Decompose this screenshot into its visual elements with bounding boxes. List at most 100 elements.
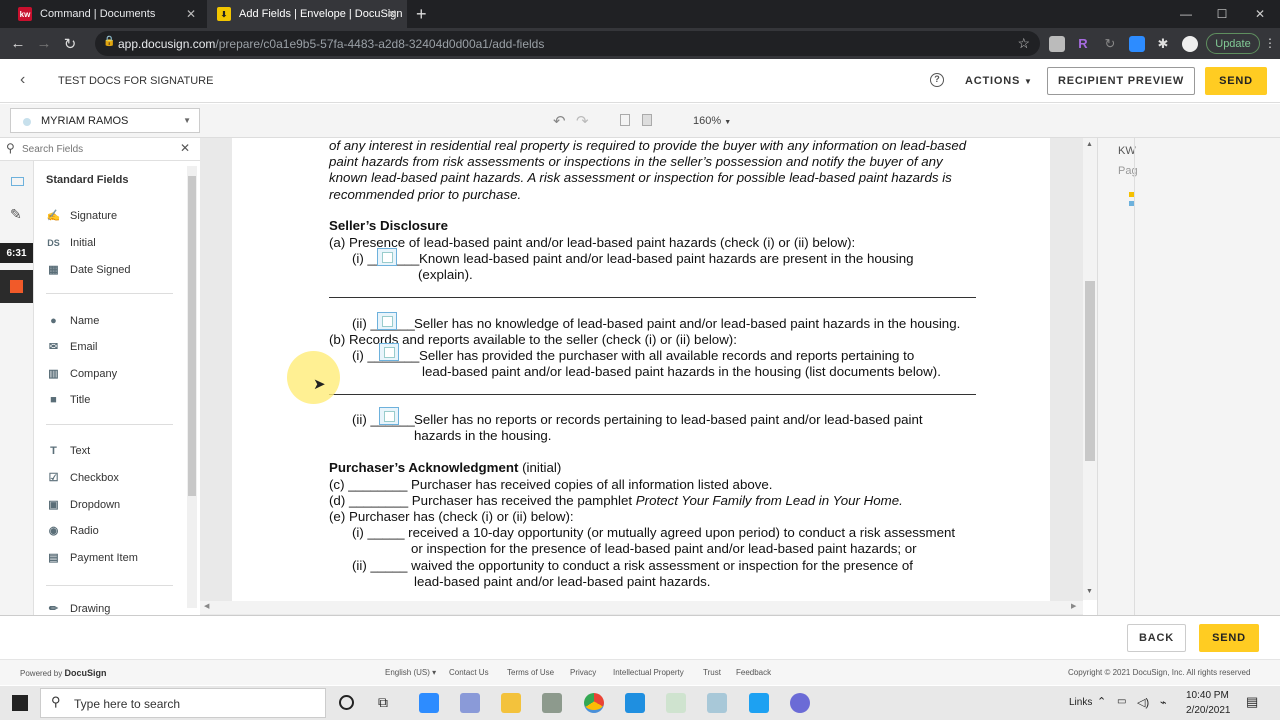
recipient-select[interactable]: MYRIAM RAMOS ▼ xyxy=(10,108,200,133)
puzzle-extensions-icon[interactable]: ✱ xyxy=(1155,36,1171,52)
checkbox-field-b-i[interactable] xyxy=(379,343,399,361)
windows-start-icon[interactable] xyxy=(12,695,28,711)
tab-command-documents[interactable]: kw Command | Documents ✕ xyxy=(8,0,206,28)
browser-menu-icon[interactable]: ⋮ xyxy=(1264,36,1276,50)
footer-link-privacy[interactable]: Privacy xyxy=(570,668,596,677)
settings-app-icon[interactable] xyxy=(790,693,810,713)
minimize-icon[interactable]: — xyxy=(1166,0,1206,28)
field-dropdown[interactable]: ▣ Dropdown xyxy=(46,497,120,512)
field-initial[interactable]: DS Initial xyxy=(46,235,96,250)
redo-icon[interactable]: ↷ xyxy=(576,112,589,130)
undo-icon[interactable]: ↶ xyxy=(553,112,566,130)
zoom-select[interactable]: 160% ▼ xyxy=(693,115,731,127)
bell-app-icon[interactable] xyxy=(625,693,645,713)
maximize-icon[interactable]: ☐ xyxy=(1202,0,1242,28)
fields-tab-icon[interactable] xyxy=(11,177,24,186)
copy-icon[interactable] xyxy=(620,114,630,126)
document-scroll-thumb[interactable] xyxy=(1085,281,1095,461)
panel-scrollbar[interactable] xyxy=(187,166,197,608)
checkbox-field-b-ii[interactable] xyxy=(379,407,399,425)
sync-extension-icon[interactable]: ↻ xyxy=(1102,36,1118,52)
task-view-icon[interactable]: ⧉ xyxy=(378,694,388,711)
field-company[interactable]: ▥ Company xyxy=(46,366,117,381)
panel-scroll-thumb[interactable] xyxy=(188,176,196,496)
scroll-right-icon[interactable]: ▶ xyxy=(1071,602,1076,610)
footer-link-feedback[interactable]: Feedback xyxy=(736,668,771,677)
checkbox-field-a-i[interactable] xyxy=(377,248,397,266)
custom-fields-icon[interactable]: ✎ xyxy=(10,206,22,223)
scroll-up-icon[interactable]: ▲ xyxy=(1086,141,1093,148)
stop-recording-button[interactable] xyxy=(0,270,33,303)
taskbar-search[interactable]: ⚲ Type here to search xyxy=(40,688,326,718)
links-toolbar[interactable]: Links xyxy=(1069,697,1092,708)
cortana-icon[interactable] xyxy=(339,695,354,710)
clock-date[interactable]: 2/20/2021 xyxy=(1186,705,1231,716)
footer-link-trust[interactable]: Trust xyxy=(703,668,721,677)
battery-icon[interactable]: ▭ xyxy=(1117,696,1126,707)
field-payment-item[interactable]: ▤ Payment Item xyxy=(46,550,138,565)
field-title[interactable]: ■ Title xyxy=(46,392,90,407)
r-extension-icon[interactable]: R xyxy=(1075,36,1091,52)
scroll-down-icon[interactable]: ▼ xyxy=(1086,588,1093,595)
update-button[interactable]: Update xyxy=(1206,33,1260,54)
volume-icon[interactable]: ◁) xyxy=(1137,696,1149,709)
clock-time[interactable]: 10:40 PM xyxy=(1186,690,1229,701)
footer-link-contact[interactable]: Contact Us xyxy=(449,668,489,677)
file-explorer-icon[interactable] xyxy=(501,693,521,713)
bookmark-star-icon[interactable]: ☆ xyxy=(1017,35,1030,52)
send-button[interactable]: SEND xyxy=(1205,67,1267,95)
field-email[interactable]: ✉ Email xyxy=(46,339,98,354)
close-window-icon[interactable]: ✕ xyxy=(1240,0,1280,28)
language-select[interactable]: English (US) ▾ xyxy=(385,668,436,677)
back-chevron-icon[interactable]: ‹ xyxy=(20,71,25,89)
field-signature[interactable]: ✍ Signature xyxy=(46,208,117,223)
tray-chevron-icon[interactable]: ⌃ xyxy=(1097,695,1106,708)
clear-search-icon[interactable]: ✕ xyxy=(180,141,190,155)
field-drawing[interactable]: ✏ Drawing xyxy=(46,601,110,616)
actions-menu[interactable]: ACTIONS ▼ xyxy=(965,75,1033,87)
zoom-value: 160% xyxy=(693,115,722,127)
zoom-app-icon[interactable] xyxy=(419,693,439,713)
footer-link-ip[interactable]: Intellectual Property xyxy=(613,668,684,677)
search-input[interactable] xyxy=(22,141,172,157)
checkbox-field-a-ii[interactable] xyxy=(377,312,397,330)
back-arrow-icon[interactable]: ← xyxy=(5,35,31,52)
field-checkbox[interactable]: ☑ Checkbox xyxy=(46,470,119,485)
forward-arrow-icon[interactable]: → xyxy=(31,35,57,52)
close-tab-icon[interactable]: ✕ xyxy=(186,7,196,21)
notifications-icon[interactable]: ▤ xyxy=(1246,694,1258,710)
field-label: Name xyxy=(70,314,100,327)
footer-link-terms[interactable]: Terms of Use xyxy=(507,668,554,677)
profile-avatar[interactable] xyxy=(1182,36,1198,52)
new-tab-button[interactable]: + xyxy=(416,4,427,25)
calculator-icon[interactable] xyxy=(542,693,562,713)
help-icon[interactable]: ? xyxy=(930,73,944,87)
back-button[interactable]: BACK xyxy=(1127,624,1186,652)
zoom-extension-icon[interactable] xyxy=(1129,36,1145,52)
calendar-icon: ▦ xyxy=(48,264,59,276)
field-date-signed[interactable]: ▦ Date Signed xyxy=(46,262,130,277)
extension-icon[interactable] xyxy=(1049,36,1065,52)
footer-send-button[interactable]: SEND xyxy=(1199,624,1259,652)
field-label: Initial xyxy=(70,236,96,249)
horizontal-scrollbar[interactable]: ◀ ▶ xyxy=(200,601,1083,614)
page-footer: Powered by DocuSign English (US) ▾ Conta… xyxy=(0,659,1280,685)
recipient-preview-button[interactable]: RECIPIENT PREVIEW xyxy=(1047,67,1195,95)
phone-app-icon[interactable] xyxy=(749,693,769,713)
app-icon[interactable] xyxy=(707,693,727,713)
network-icon[interactable]: ⌁ xyxy=(1160,696,1167,709)
close-tab-icon[interactable]: ✕ xyxy=(387,7,397,21)
paste-icon[interactable] xyxy=(642,114,652,126)
app-icon[interactable] xyxy=(460,693,480,713)
kw-favicon-icon: kw xyxy=(18,7,32,21)
scroll-left-icon[interactable]: ◀ xyxy=(204,602,209,610)
url-field[interactable]: 🔒 app.docusign.com/prepare/c0a1e9b5-57fa… xyxy=(95,31,1040,56)
field-text[interactable]: T Text xyxy=(46,443,90,458)
chrome-icon[interactable] xyxy=(584,693,604,713)
paint-icon[interactable] xyxy=(666,693,686,713)
field-radio[interactable]: ◉ Radio xyxy=(46,523,99,538)
field-name[interactable]: ● Name xyxy=(46,313,99,328)
document-scrollbar[interactable]: ▲ ▼ xyxy=(1083,138,1097,600)
tab-add-fields[interactable]: ⬇ Add Fields | Envelope | DocuSign ✕ xyxy=(207,0,407,28)
reload-icon[interactable]: ↻ xyxy=(57,35,83,53)
